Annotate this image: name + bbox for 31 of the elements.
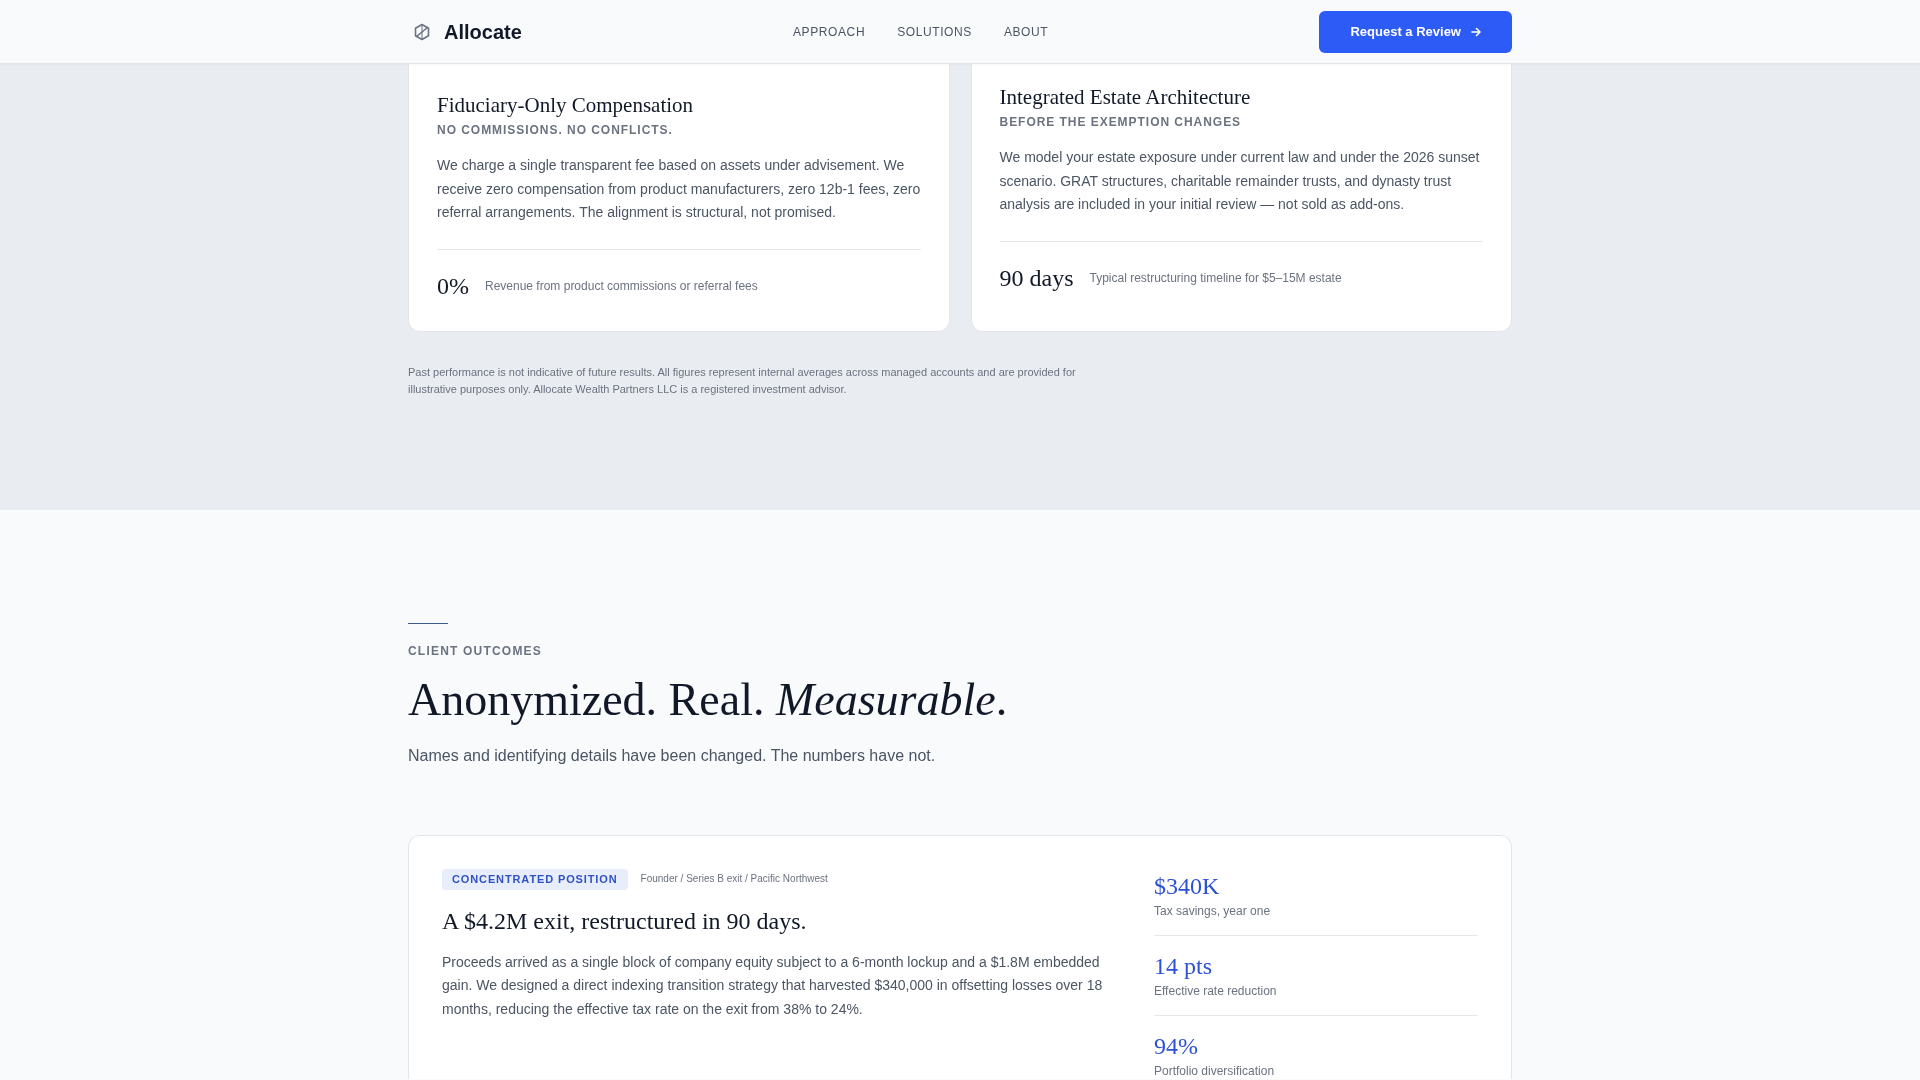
case-description: Proceeds arrived as a single block of company equity subject to a 6-month lockup and a $1.8M embedded gain. We designed a direct indexing transition strategy that harvested $340,000 in offsetting losses over 18 months, reducing the effective tax rate on the exit from 38% to 24%. xyxy=(442,952,1104,1019)
case-stat-value: 14 pts xyxy=(1154,951,1213,980)
brand-link[interactable]: Allocate xyxy=(408,17,522,46)
nav-link[interactable]: SOLUTIONS xyxy=(897,23,972,40)
stat-value: 90 days xyxy=(999,263,1074,293)
arrow-right-icon xyxy=(1471,26,1481,37)
card-subtitle: NO COMMISSIONS. NO CONFLICTS. xyxy=(437,122,674,138)
section-heading: Anonymized. Real. Measurable. xyxy=(408,672,1009,727)
disclaimer-text: Past performance is not indicative of future results. All figures represent internal averages across managed accounts and are provided for illustrative purposes only. Allocate Wealth Partners LLC is a registered investment advisor. xyxy=(408,364,1077,397)
card-subtitle: BEFORE THE EXEMPTION CHANGES xyxy=(999,114,1243,130)
card-title: Fiduciary-Only Compensation xyxy=(437,92,695,119)
case-title: A $4.2M exit, restructured in 90 days. xyxy=(442,906,808,936)
case-meta: Founder / Series B exit / Pacific Northwest xyxy=(640,872,828,886)
category-tag: CONCENTRATED POSITION xyxy=(442,868,628,890)
stat-value: 0% xyxy=(437,271,469,301)
nav-link[interactable]: ABOUT xyxy=(1003,23,1049,40)
logo-icon xyxy=(413,22,431,41)
case-stat-label: Tax savings, year one xyxy=(1154,903,1272,919)
card-description: We charge a single transparent fee based on assets under advisement. We receive zero compensation from product manufacturers, zero 12b-1 fees, zero referral arrangements. The alignment is structural, not promised. xyxy=(437,156,922,222)
nav-link[interactable]: APPROACH xyxy=(793,23,866,40)
card-description: We model your estate exposure under current law and under the 2026 sunset scenario. GRAT structures, charitable remainder trusts, and dynasty trust analysis are included in your initial review — not sold as add-ons. xyxy=(999,148,1481,214)
case-stat-value: $340K xyxy=(1154,871,1221,900)
request-review-button[interactable]: Request a Review xyxy=(1319,10,1512,53)
case-stat-label: Effective rate reduction xyxy=(1154,983,1278,999)
section-eyebrow: CLIENT OUTCOMES xyxy=(408,642,543,659)
section-subheading: Names and identifying details have been changed. The numbers have not. xyxy=(408,745,937,766)
case-stat-label: Portfolio diversification xyxy=(1154,1063,1276,1079)
stat-label: Revenue from product commissions or referral fees xyxy=(485,277,758,294)
stat-label: Typical restructuring timeline for $5–15M estate xyxy=(1089,269,1342,286)
card-title: Integrated Estate Architecture xyxy=(999,84,1252,111)
case-stat-value: 94% xyxy=(1154,1031,1199,1060)
